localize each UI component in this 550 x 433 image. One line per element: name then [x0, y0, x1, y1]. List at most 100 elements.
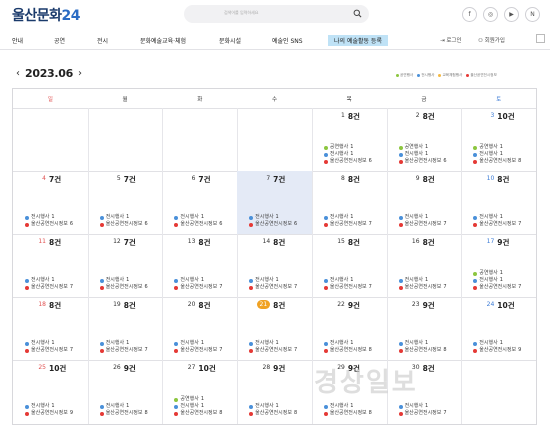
event-item[interactable]: 전시행사 1	[473, 340, 521, 347]
event-count[interactable]: 8건	[49, 237, 61, 248]
event-item[interactable]: 전시행사 1	[174, 214, 222, 221]
event-item[interactable]: 울산공연전시정보 7	[25, 347, 73, 354]
event-count[interactable]: 9건	[124, 363, 136, 374]
calendar-day-cell[interactable]: 7 7건 전시행사 1 울산공연전시정보 6	[237, 171, 312, 234]
event-item[interactable]: 전시행사 1	[99, 403, 148, 410]
event-count[interactable]: 8건	[198, 237, 210, 248]
event-item[interactable]: 전시행사 1	[323, 214, 372, 221]
event-item[interactable]: 울산공연전시정보 6	[174, 221, 222, 228]
event-item[interactable]: 울산공연전시정보 7	[174, 284, 222, 291]
event-item[interactable]: 전시행사 1	[249, 403, 297, 410]
event-item[interactable]: 울산공연전시정보 9	[473, 347, 521, 354]
youtube-icon[interactable]: ▶	[504, 7, 519, 22]
event-item[interactable]: 울산공연전시정보 6	[25, 221, 73, 228]
calendar-day-cell[interactable]: 20 8건 전시행사 1 울산공연전시정보 7	[162, 297, 237, 360]
calendar-day-cell[interactable]: 17 9건 공연행사 1 전시행사 1 울산공연전시정보 7	[461, 234, 536, 297]
event-item[interactable]: 공연행사 1	[473, 144, 521, 151]
event-item[interactable]: 울산공연전시정보 7	[398, 284, 447, 291]
nav-item-education[interactable]: 문화예술교육·체험	[140, 36, 186, 45]
calendar-day-cell[interactable]: 6 7건 전시행사 1 울산공연전시정보 6	[162, 171, 237, 234]
calendar-day-cell[interactable]: 15 8건 전시행사 1 울산공연전시정보 7	[312, 234, 387, 297]
nav-item-facilities[interactable]: 문화시설	[219, 36, 241, 45]
event-count[interactable]: 10건	[497, 300, 514, 311]
event-count[interactable]: 10건	[49, 363, 66, 374]
event-item[interactable]: 전시행사 1	[398, 403, 447, 410]
event-item[interactable]: 울산공연전시정보 8	[99, 410, 148, 417]
event-item[interactable]: 공연행사 1	[323, 144, 372, 151]
calendar-day-cell[interactable]: 1 8건 공연행사 1 전시행사 1 울산공연전시정보 6	[312, 108, 387, 171]
login-link[interactable]: ⇥ 로그인	[440, 36, 462, 44]
event-count[interactable]: 8건	[348, 111, 360, 122]
event-count[interactable]: 8건	[273, 237, 285, 248]
event-item[interactable]: 전시행사 1	[398, 277, 447, 284]
event-item[interactable]: 울산공연전시정보 7	[174, 347, 222, 354]
event-item[interactable]: 울산공연전시정보 9	[25, 410, 73, 417]
event-item[interactable]: 전시행사 1	[323, 277, 372, 284]
next-month-icon[interactable]: ›	[78, 68, 82, 79]
event-item[interactable]: 울산공연전시정보 6	[249, 221, 297, 228]
event-item[interactable]: 전시행사 1	[174, 403, 222, 410]
event-item[interactable]: 전시행사 1	[323, 151, 372, 158]
join-link[interactable]: ⚇ 회원가입	[478, 36, 505, 44]
event-item[interactable]: 전시행사 1	[25, 277, 73, 284]
event-item[interactable]: 울산공연전시정보 7	[398, 221, 447, 228]
event-count[interactable]: 7건	[124, 237, 136, 248]
event-count[interactable]: 9건	[497, 237, 509, 248]
event-count[interactable]: 8건	[198, 300, 210, 311]
event-item[interactable]: 전시행사 1	[249, 340, 297, 347]
event-count[interactable]: 8건	[348, 237, 360, 248]
event-item[interactable]: 울산공연전시정보 7	[473, 284, 521, 291]
event-count[interactable]: 8건	[497, 174, 509, 185]
calendar-day-cell[interactable]: 25 10건 전시행사 1 울산공연전시정보 9	[13, 360, 88, 423]
event-item[interactable]: 울산공연전시정보 6	[323, 158, 372, 165]
calendar-day-cell[interactable]: 22 9건 전시행사 1 울산공연전시정보 8	[312, 297, 387, 360]
event-item[interactable]: 울산공연전시정보 7	[323, 221, 372, 228]
event-item[interactable]: 전시행사 1	[473, 151, 521, 158]
event-count[interactable]: 8건	[49, 300, 61, 311]
event-count[interactable]: 8건	[273, 300, 285, 311]
site-logo[interactable]: 울산문화24	[12, 5, 81, 25]
event-item[interactable]: 전시행사 1	[99, 214, 148, 221]
event-item[interactable]: 공연행사 1	[473, 270, 521, 277]
event-item[interactable]: 전시행사 1	[25, 340, 73, 347]
event-count[interactable]: 7건	[124, 174, 136, 185]
event-item[interactable]: 전시행사 1	[473, 214, 521, 221]
calendar-day-cell[interactable]: 21 8건 전시행사 1 울산공연전시정보 7	[237, 297, 312, 360]
calendar-day-cell[interactable]: 18 8건 전시행사 1 울산공연전시정보 7	[13, 297, 88, 360]
calendar-day-cell[interactable]: 11 8건 전시행사 1 울산공연전시정보 7	[13, 234, 88, 297]
event-count[interactable]: 8건	[423, 237, 435, 248]
event-count[interactable]: 7건	[198, 174, 210, 185]
calendar-day-cell[interactable]: 5 7건 전시행사 1 울산공연전시정보 6	[88, 171, 163, 234]
menu-grid-icon[interactable]	[536, 34, 545, 43]
calendar-day-cell[interactable]: 27 10건 공연행사 1 전시행사 1 울산공연전시정보 8	[162, 360, 237, 423]
event-count[interactable]: 8건	[423, 174, 435, 185]
event-count[interactable]: 9건	[273, 363, 285, 374]
event-count[interactable]: 7건	[49, 174, 61, 185]
event-item[interactable]: 전시행사 1	[99, 277, 148, 284]
calendar-day-cell[interactable]: 28 9건 전시행사 1 울산공연전시정보 8	[237, 360, 312, 423]
event-item[interactable]: 울산공연전시정보 7	[473, 221, 521, 228]
event-item[interactable]: 전시행사 1	[99, 340, 148, 347]
event-item[interactable]: 울산공연전시정보 7	[99, 347, 148, 354]
event-item[interactable]: 전시행사 1	[398, 340, 447, 347]
nav-item-artist-sns[interactable]: 예술인 SNS	[272, 36, 303, 45]
calendar-day-cell[interactable]: 13 8건 전시행사 1 울산공연전시정보 7	[162, 234, 237, 297]
event-item[interactable]: 울산공연전시정보 8	[398, 347, 447, 354]
event-count[interactable]: 10건	[198, 363, 215, 374]
search-icon[interactable]	[353, 9, 362, 18]
event-count[interactable]: 10건	[497, 111, 514, 122]
event-count[interactable]: 8건	[423, 111, 435, 122]
event-item[interactable]: 울산공연전시정보 8	[323, 347, 372, 354]
event-item[interactable]: 전시행사 1	[25, 214, 73, 221]
nav-item-exhibition[interactable]: 전시	[97, 36, 108, 45]
event-item[interactable]: 전시행사 1	[249, 277, 297, 284]
instagram-icon[interactable]: ◎	[483, 7, 498, 22]
event-item[interactable]: 울산공연전시정보 8	[473, 158, 521, 165]
event-item[interactable]: 전시행사 1	[25, 403, 73, 410]
event-item[interactable]: 울산공연전시정보 6	[99, 284, 148, 291]
naver-blog-icon[interactable]: N	[525, 7, 540, 22]
event-item[interactable]: 울산공연전시정보 8	[174, 410, 222, 417]
event-item[interactable]: 울산공연전시정보 7	[249, 284, 297, 291]
event-item[interactable]: 전시행사 1	[473, 277, 521, 284]
event-count[interactable]: 9건	[423, 300, 435, 311]
